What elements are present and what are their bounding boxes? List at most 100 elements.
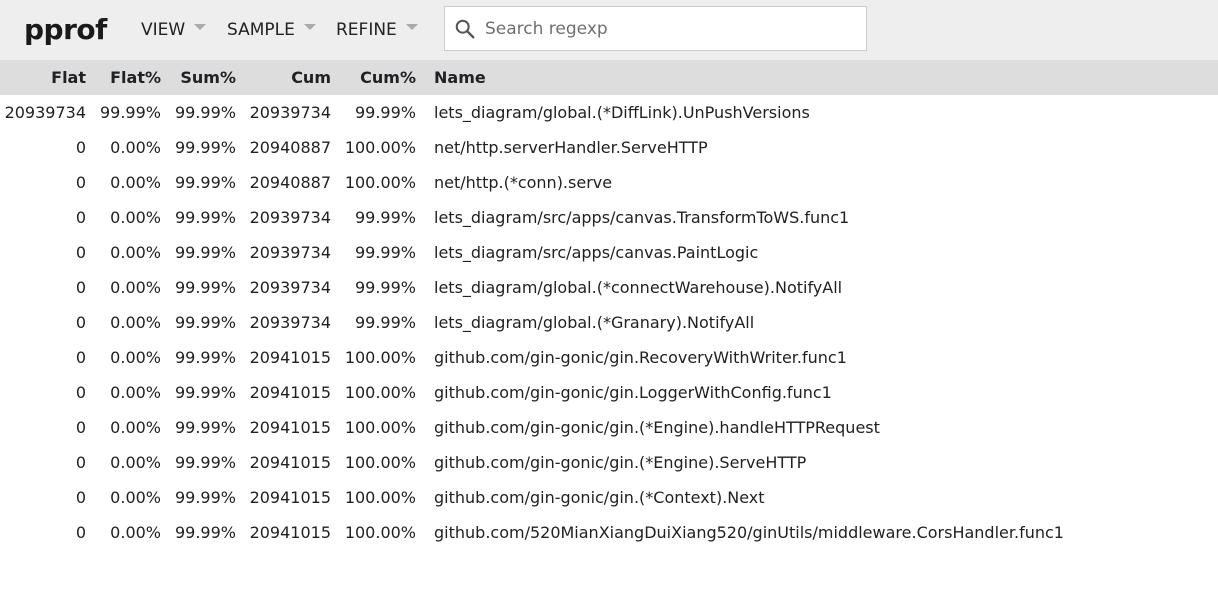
table-row[interactable]: 0 0.00% 99.99% 20939734 99.99% lets_diagram/g… [0,270,1218,305]
table-row[interactable]: 0 0.00% 99.99% 20939734 99.99% lets_diagram/g… [0,305,1218,340]
menu-refine[interactable]: REFINE [336,17,418,43]
menu-sample-label: SAMPLE [227,20,295,40]
cell-name: lets_diagram/src/apps/canvas.TransformTo… [434,208,850,227]
cell-cum-percent: 100.00% [344,488,416,507]
menu-sample[interactable]: SAMPLE [227,17,316,43]
cell-name: lets_diagram/global.(*DiffLink).UnPushVe… [434,103,810,122]
cell-sum-percent: 99.99% [174,278,236,297]
cell-flat: 0 [75,278,86,297]
column-header-cum-percent[interactable]: Cum% [335,60,416,95]
cell-sum-percent: 99.99% [174,348,236,367]
cell-cum: 20939734 [249,243,331,262]
cell-sum-percent: 99.99% [174,418,236,437]
table-row[interactable]: 20939734 99.99% 99.99% 20939734 99.99% lets_d… [0,95,1218,130]
cell-cum-percent: 100.00% [344,173,416,192]
column-header-sum-percent[interactable]: Sum% [165,60,236,95]
cell-flat: 0 [75,313,86,332]
cell-flat: 0 [75,383,86,402]
search-input[interactable] [485,18,855,39]
table-row[interactable]: 0 0.00% 99.99% 20941015 100.00% github.com/gi… [0,410,1218,445]
table-row[interactable]: 0 0.00% 99.99% 20939734 99.99% lets_diagram/s… [0,235,1218,270]
cell-flat-percent: 0.00% [110,173,161,192]
cell-cum-percent: 100.00% [344,348,416,367]
column-header-name[interactable]: Name [434,60,1214,95]
table-body: 20939734 99.99% 99.99% 20939734 99.99% lets_d… [0,95,1218,550]
cell-flat: 0 [75,208,86,227]
cell-name: lets_diagram/global.(*connectWarehouse).… [434,278,843,297]
cell-sum-percent: 99.99% [174,243,236,262]
cell-name: github.com/520MianXiangDuiXiang520/ginUt… [434,523,1064,542]
cell-name: github.com/gin-gonic/gin.RecoveryWithWri… [434,348,847,367]
cell-flat-percent: 0.00% [110,313,161,332]
cell-sum-percent: 99.99% [174,138,236,157]
cell-cum-percent: 100.00% [344,523,416,542]
cell-cum: 20941015 [249,418,331,437]
cell-flat-percent: 0.00% [110,348,161,367]
profile-table: Flat Flat% Sum% Cum Cum% Name 20939734 99… [0,60,1218,550]
cell-cum-percent: 99.99% [354,313,416,332]
app-logo: pprof [24,13,107,46]
column-header-flat-percent[interactable]: Flat% [90,60,161,95]
menu-view[interactable]: VIEW [141,17,207,43]
cell-flat: 0 [75,243,86,262]
cell-flat-percent: 0.00% [110,488,161,507]
cell-cum-percent: 99.99% [354,208,416,227]
cell-cum: 20939734 [249,103,331,122]
cell-name: github.com/gin-gonic/gin.(*Context).Next [434,488,765,507]
cell-cum: 20939734 [249,208,331,227]
chevron-down-icon [303,24,316,30]
column-header-cum[interactable]: Cum [240,60,331,95]
cell-cum: 20939734 [249,278,331,297]
table-row[interactable]: 0 0.00% 99.99% 20941015 100.00% github.com/52… [0,515,1218,550]
cell-name: lets_diagram/global.(*Granary).NotifyAll [434,313,755,332]
cell-flat-percent: 0.00% [110,523,161,542]
cell-cum: 20939734 [249,313,331,332]
cell-flat: 0 [75,488,86,507]
cell-sum-percent: 99.99% [174,313,236,332]
cell-sum-percent: 99.99% [174,383,236,402]
table-row[interactable]: 0 0.00% 99.99% 20941015 100.00% github.com/gi… [0,445,1218,480]
cell-flat-percent: 0.00% [110,208,161,227]
cell-cum-percent: 100.00% [344,383,416,402]
cell-flat: 0 [75,138,86,157]
table-row[interactable]: 0 0.00% 99.99% 20941015 100.00% github.com/gi… [0,340,1218,375]
chevron-down-icon [194,24,207,30]
cell-cum: 20941015 [249,453,331,472]
table-row[interactable]: 0 0.00% 99.99% 20940887 100.00% net/http.serv… [0,130,1218,165]
cell-sum-percent: 99.99% [174,488,236,507]
cell-cum-percent: 100.00% [344,418,416,437]
cell-cum-percent: 100.00% [344,138,416,157]
cell-sum-percent: 99.99% [174,103,236,122]
cell-flat: 0 [75,453,86,472]
cell-flat-percent: 0.00% [110,418,161,437]
cell-flat: 0 [75,523,86,542]
cell-cum: 20941015 [249,383,331,402]
search-icon [455,19,475,38]
table-row[interactable]: 0 0.00% 99.99% 20941015 100.00% github.com/gi… [0,375,1218,410]
search-box[interactable] [444,6,867,51]
cell-flat-percent: 0.00% [110,138,161,157]
menu-refine-label: REFINE [336,20,397,40]
cell-cum-percent: 99.99% [354,103,416,122]
cell-flat-percent: 0.00% [110,383,161,402]
cell-cum: 20941015 [249,523,331,542]
cell-sum-percent: 99.99% [174,523,236,542]
table-row[interactable]: 0 0.00% 99.99% 20939734 99.99% lets_diagram/s… [0,200,1218,235]
column-header-flat[interactable]: Flat [0,60,86,95]
cell-flat-percent: 0.00% [110,278,161,297]
table-header: Flat Flat% Sum% Cum Cum% Name [0,60,1218,95]
cell-flat: 0 [75,418,86,437]
cell-cum-percent: 99.99% [354,278,416,297]
cell-flat: 0 [75,348,86,367]
cell-cum-percent: 100.00% [344,453,416,472]
cell-name: github.com/gin-gonic/gin.LoggerWithConfi… [434,383,832,402]
cell-cum: 20941015 [249,488,331,507]
cell-flat-percent: 0.00% [110,243,161,262]
cell-name: net/http.serverHandler.ServeHTTP [434,138,708,157]
cell-cum-percent: 99.99% [354,243,416,262]
cell-name: net/http.(*conn).serve [434,173,613,192]
menu-view-label: VIEW [141,20,186,40]
table-row[interactable]: 0 0.00% 99.99% 20940887 100.00% net/http.(*co… [0,165,1218,200]
cell-name: github.com/gin-gonic/gin.(*Engine).Serve… [434,453,807,472]
table-row[interactable]: 0 0.00% 99.99% 20941015 100.00% github.com/gi… [0,480,1218,515]
